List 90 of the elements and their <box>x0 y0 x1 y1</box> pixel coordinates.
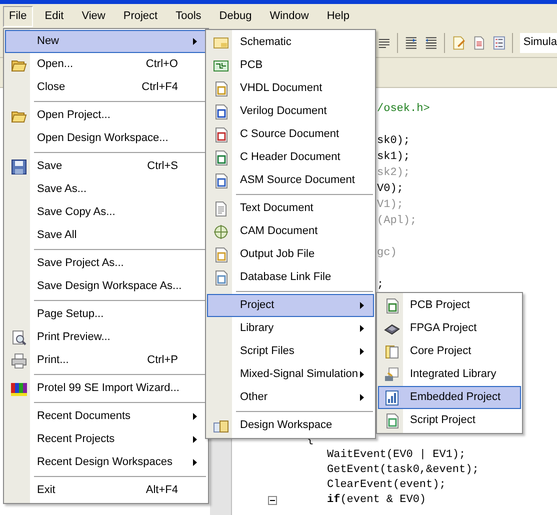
menu-item[interactable]: Script Files <box>207 340 374 363</box>
code-line: sk0); <box>377 136 410 146</box>
code-line: (Apl); <box>377 216 417 226</box>
menu-item[interactable]: Page Setup... <box>5 303 207 326</box>
menu-bar-item[interactable]: Project <box>117 6 164 26</box>
pages-icon <box>384 344 400 360</box>
menu-bar-item[interactable]: File <box>3 6 33 26</box>
code-line: WaitEvent(EV0 | EV1); <box>327 448 466 464</box>
menu-item[interactable]: Project <box>207 294 374 317</box>
document-icon <box>212 126 228 142</box>
menu-item[interactable]: Core Project <box>378 340 521 363</box>
document-icon <box>212 80 228 96</box>
code-line: V0); <box>377 184 404 194</box>
menu-item[interactable]: Open Project... <box>5 104 207 127</box>
menu-item[interactable]: PCB Project <box>378 294 521 317</box>
menu-item[interactable]: Schematic <box>207 31 374 54</box>
menu-item[interactable]: Integrated Library <box>378 363 521 386</box>
code-line: gc) <box>377 248 397 258</box>
code-line: V1); <box>377 200 404 210</box>
document-icon <box>384 298 400 314</box>
menu-bar-item[interactable]: Window <box>264 6 315 26</box>
menu-item[interactable]: Mixed-Signal Simulation <box>207 363 374 386</box>
menu-item[interactable]: Print... Ctrl+P <box>5 349 207 372</box>
menu-item[interactable]: CAM Document <box>207 220 374 243</box>
outdent-lines-icon[interactable] <box>424 34 437 50</box>
sheet-icon <box>212 34 228 50</box>
menu-item[interactable]: Verilog Document <box>207 100 374 123</box>
indent-lines-icon[interactable] <box>405 34 418 50</box>
menu-bar-item[interactable]: Debug <box>213 6 258 26</box>
code-line: ; <box>377 280 384 290</box>
menu-item[interactable]: Save Project As... <box>5 252 207 275</box>
menu-item[interactable]: Save Design Workspace As... <box>5 275 207 298</box>
code-line: ClearEvent(event); <box>327 478 446 494</box>
bar-page-icon <box>384 390 400 406</box>
menu-item[interactable]: ASM Source Document <box>207 169 374 192</box>
library-icon <box>384 366 400 382</box>
menu-item[interactable]: Protel 99 SE Import Wizard... <box>5 377 207 400</box>
menu-item[interactable]: Database Link File <box>207 266 374 289</box>
menu-item[interactable]: Recent Projects <box>5 428 207 451</box>
menu-item[interactable]: Open... Ctrl+O <box>5 53 207 76</box>
color-blocks-icon <box>10 380 26 396</box>
menu-item[interactable]: Exit Alt+F4 <box>5 479 207 502</box>
menu-item[interactable]: C Header Document <box>207 146 374 169</box>
fold-minus-icon[interactable] <box>268 496 277 505</box>
circuit-board-icon <box>212 58 228 74</box>
stacked-files-icon <box>212 418 228 434</box>
menu-item[interactable]: Text Document <box>207 197 374 220</box>
menu-item[interactable]: New <box>5 30 207 53</box>
menu-bar-item[interactable]: View <box>76 6 112 26</box>
code-line: /osek.h> <box>377 104 430 114</box>
menu-item[interactable]: Embedded Project <box>378 386 521 409</box>
document-icon <box>212 172 228 188</box>
menu-item[interactable]: Recent Design Workspaces <box>5 451 207 474</box>
code-line: if(event & EV0) <box>327 492 426 508</box>
menu-item[interactable]: Print Preview... <box>5 326 207 349</box>
menu-item[interactable]: Design Workspace <box>207 414 374 437</box>
document-icon <box>212 104 228 120</box>
printer-icon <box>10 352 26 368</box>
document-icon[interactable] <box>472 34 486 50</box>
menu-item[interactable]: C Source Document <box>207 123 374 146</box>
menu-bar-item[interactable]: Tools <box>170 6 208 26</box>
document-icon <box>212 270 228 286</box>
document-icon <box>212 150 228 166</box>
menu-item[interactable]: Other <box>207 386 374 409</box>
code-line: sk2); <box>377 168 410 178</box>
menu-item[interactable]: Save Copy As... <box>5 201 207 224</box>
menu-item[interactable]: Save All <box>5 224 207 247</box>
menu-item[interactable]: PCB <box>207 54 374 77</box>
code-line: GetEvent(task0,&event); <box>327 463 479 478</box>
text-page-icon <box>212 200 228 216</box>
menu-item[interactable]: Close Ctrl+F4 <box>5 76 207 99</box>
crosshair-icon <box>212 224 228 240</box>
list-icon[interactable] <box>493 34 506 50</box>
menu-item[interactable]: FPGA Project <box>378 317 521 340</box>
menu-bar-item[interactable]: Help <box>320 6 356 26</box>
edit-page-icon[interactable] <box>452 34 466 50</box>
magnifier-page-icon <box>10 330 26 346</box>
menu-item[interactable]: Open Design Workspace... <box>5 127 207 150</box>
menu-item[interactable]: Save Ctrl+S <box>5 155 207 178</box>
menu-item[interactable]: Script Project <box>378 409 521 432</box>
simulator-field[interactable]: Simula <box>520 32 557 52</box>
menu-bar-item[interactable]: Edit <box>38 6 70 26</box>
code-line: sk1); <box>377 152 410 162</box>
menu-item[interactable]: VHDL Document <box>207 77 374 100</box>
document-icon <box>212 246 228 262</box>
menu-item[interactable]: Save As... <box>5 178 207 201</box>
document-icon <box>384 412 400 428</box>
menu-item[interactable]: Output Job File <box>207 243 374 266</box>
menu-item[interactable]: Library <box>207 317 374 340</box>
menu-item[interactable]: Recent Documents <box>5 405 207 428</box>
